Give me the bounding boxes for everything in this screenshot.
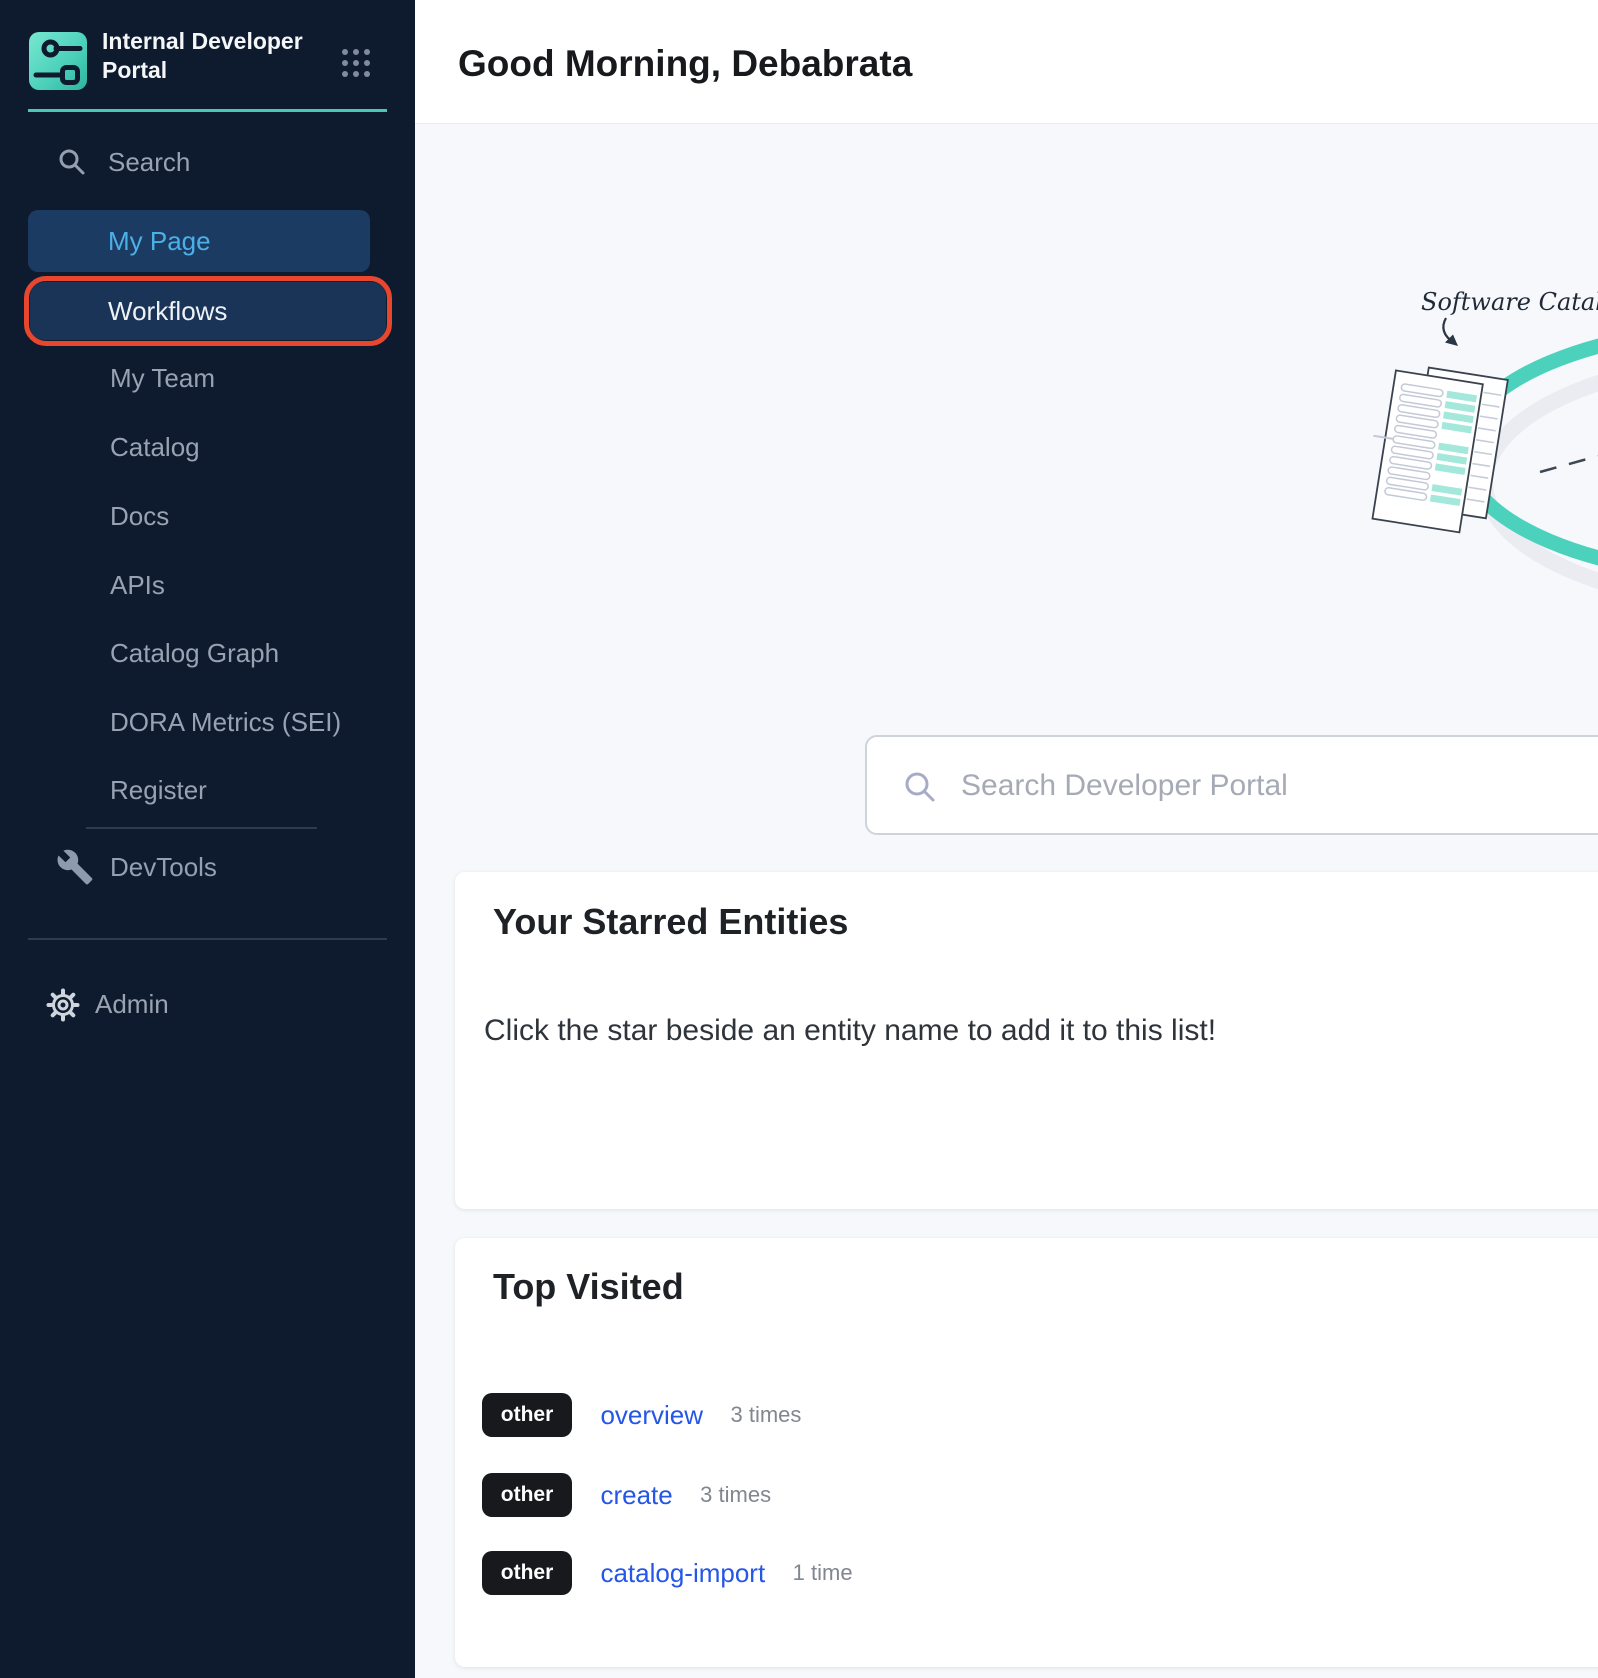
software-catalog-illustration: Software Catalog <box>1328 270 1598 690</box>
sidebar-item-label: Workflows <box>108 295 227 327</box>
card-title: Your Starred Entities <box>493 902 848 942</box>
card-title: Top Visited <box>493 1267 684 1307</box>
kind-badge: other <box>482 1551 572 1595</box>
page-header: Good Morning, Debabrata <box>415 0 1598 124</box>
top-visited-row: other overview 3 times <box>482 1393 801 1437</box>
sidebar-item-label: DORA Metrics (SEI) <box>110 707 341 737</box>
annotation-highlight-ring: Workflows <box>24 276 392 346</box>
sidebar-item-label: My Page <box>108 225 211 257</box>
sidebar-item-dora-metrics[interactable]: DORA Metrics (SEI) <box>110 706 400 738</box>
visit-count: 1 time <box>793 1560 853 1586</box>
sidebar-item-apis[interactable]: APIs <box>110 569 400 601</box>
visit-count: 3 times <box>731 1402 802 1428</box>
search-icon <box>903 770 937 804</box>
home-content: Software Catalog Your Starred Entities C… <box>415 124 1598 1678</box>
apps-grid-icon[interactable] <box>340 47 372 79</box>
hero-search <box>865 735 1598 835</box>
workflow-logo-glyph <box>29 32 87 90</box>
kind-badge: other <box>482 1393 572 1437</box>
dashed-connector <box>1540 456 1598 472</box>
sidebar-item-label: APIs <box>110 570 165 600</box>
greeting-title: Good Morning, Debabrata <box>458 44 912 84</box>
sidebar-item-workflows[interactable]: Workflows <box>30 282 386 340</box>
sidebar-item-label: Docs <box>110 501 169 531</box>
sidebar-item-catalog-graph[interactable]: Catalog Graph <box>110 637 400 669</box>
wrench-icon <box>56 848 94 886</box>
sidebar-item-label: Catalog Graph <box>110 638 279 668</box>
main-area: Good Morning, Debabrata <box>415 0 1598 1678</box>
sidebar-item-my-team[interactable]: My Team <box>110 362 400 394</box>
sidebar-item-catalog[interactable]: Catalog <box>110 431 400 463</box>
sidebar-item-label: Catalog <box>110 432 200 462</box>
sidebar-header-rule <box>28 109 387 112</box>
kind-badge: other <box>482 1473 572 1517</box>
entity-link-overview[interactable]: overview <box>600 1400 703 1431</box>
sidebar-section-divider <box>86 827 317 829</box>
sidebar-item-label: Register <box>110 775 207 805</box>
sidebar-item-label: Admin <box>95 988 169 1020</box>
illustration-label: Software Catalog <box>1421 288 1598 316</box>
search-input[interactable] <box>959 737 1598 835</box>
top-visited-row: other catalog-import 1 time <box>482 1551 853 1595</box>
sidebar-item-admin[interactable]: Admin <box>0 986 415 1026</box>
catalog-pages <box>1361 361 1508 536</box>
sidebar-item-search[interactable]: Search <box>0 146 415 180</box>
visit-count: 3 times <box>700 1482 771 1508</box>
sidebar-item-label: DevTools <box>110 851 217 883</box>
sidebar-item-my-page[interactable]: My Page <box>28 210 370 272</box>
starred-entities-card: Your Starred Entities Click the star bes… <box>455 872 1598 1209</box>
app-title: Internal Developer Portal <box>102 27 320 85</box>
sidebar: Internal Developer Portal Search My Page… <box>0 0 415 1678</box>
sidebar-item-label: Search <box>108 146 190 178</box>
top-visited-card: Top Visited other overview 3 times other… <box>455 1238 1598 1667</box>
search-icon <box>57 147 87 177</box>
workflow-logo-icon <box>29 32 87 90</box>
sidebar-item-docs[interactable]: Docs <box>110 500 400 532</box>
top-visited-row: other create 3 times <box>482 1473 771 1517</box>
entity-link-create[interactable]: create <box>600 1480 672 1511</box>
sidebar-bottom-divider <box>28 938 387 940</box>
sidebar-item-devtools[interactable]: DevTools <box>0 846 415 888</box>
sidebar-item-label: My Team <box>110 363 215 393</box>
gear-icon <box>46 988 80 1022</box>
starred-empty-message: Click the star beside an entity name to … <box>484 1014 1216 1048</box>
sidebar-item-register[interactable]: Register <box>110 774 400 806</box>
entity-link-catalog-import[interactable]: catalog-import <box>600 1558 765 1589</box>
